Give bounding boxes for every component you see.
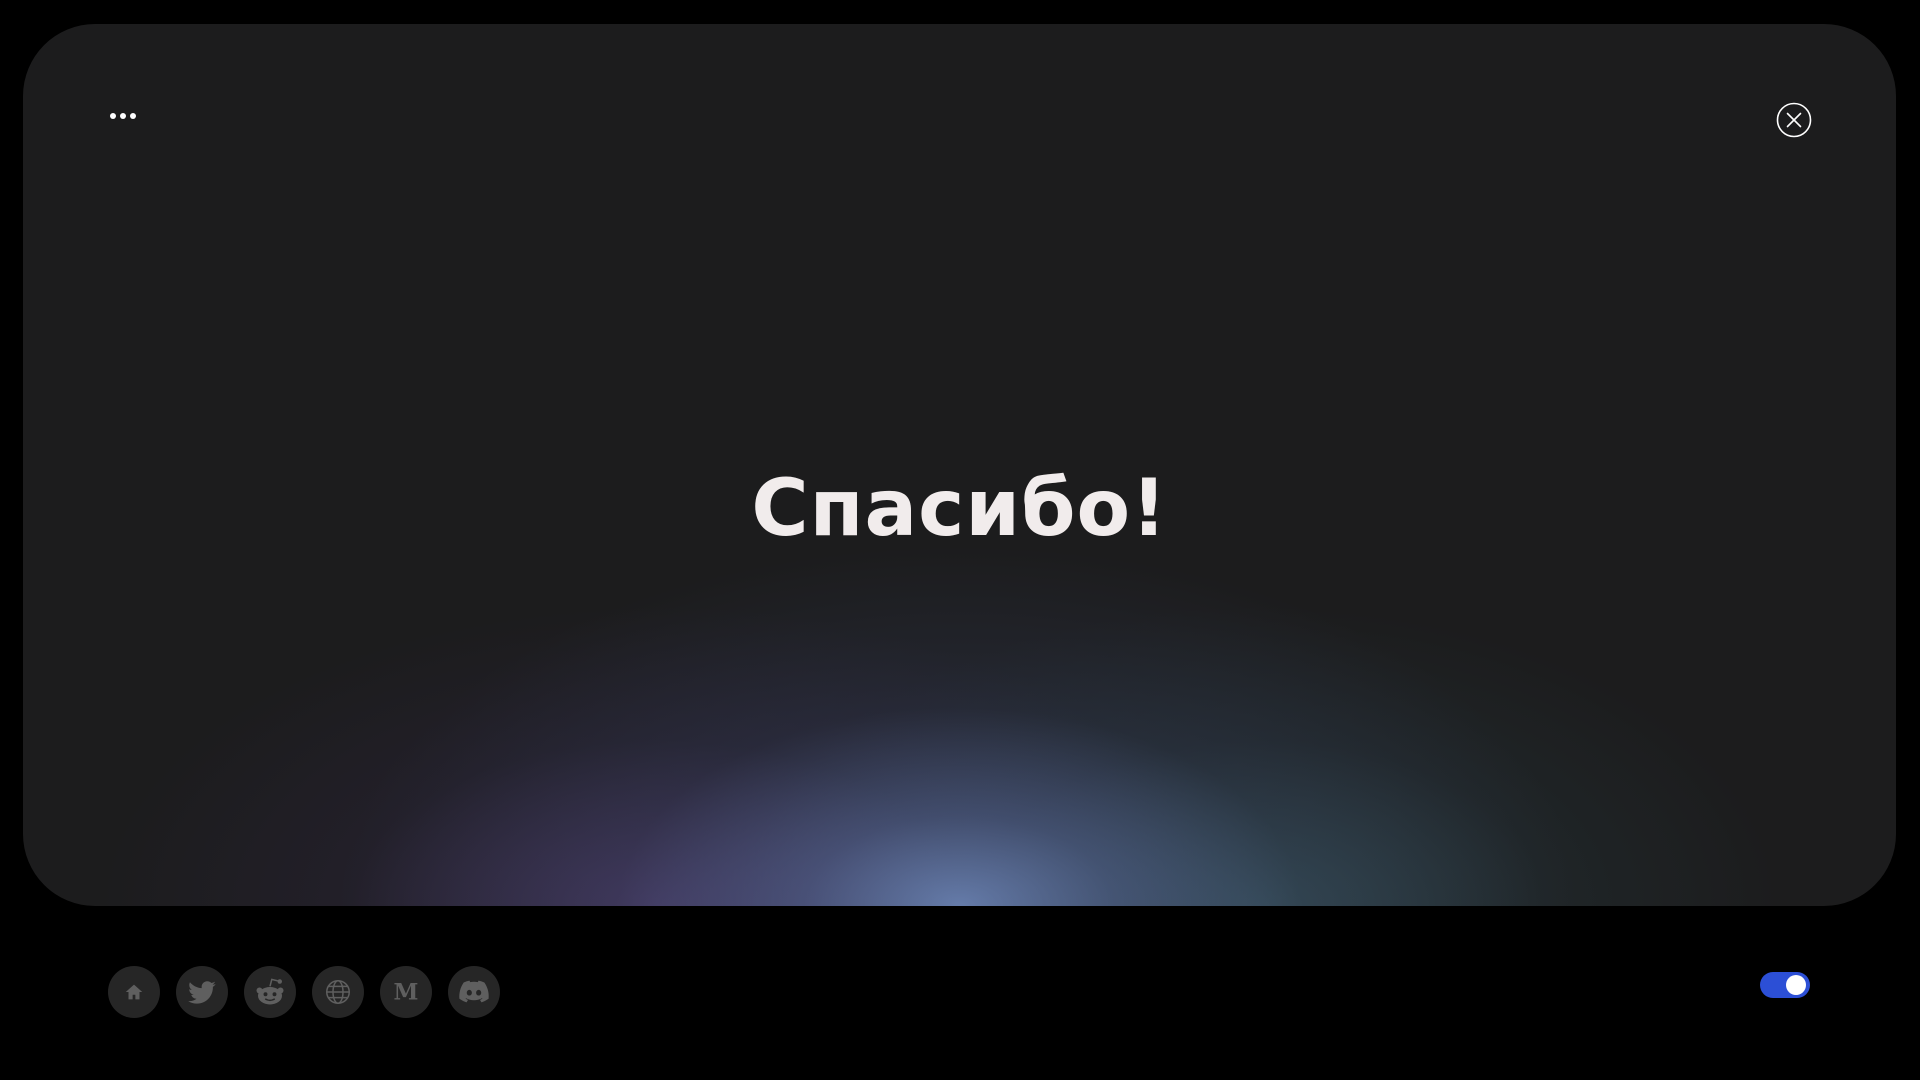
twitter-icon[interactable] (176, 966, 228, 1018)
svg-text:M: M (394, 980, 419, 1006)
menu-dot (130, 113, 136, 119)
discord-icon[interactable] (448, 966, 500, 1018)
medium-icon[interactable]: M (380, 966, 432, 1018)
toggle-knob (1786, 975, 1806, 995)
thank-you-card: Спасибо! (23, 24, 1896, 906)
more-options-icon[interactable] (105, 104, 141, 128)
home-icon[interactable] (108, 966, 160, 1018)
theme-toggle[interactable] (1760, 972, 1810, 998)
menu-dot (120, 113, 126, 119)
menu-dot (110, 113, 116, 119)
globe-icon[interactable] (312, 966, 364, 1018)
thank-you-title: Спасибо! (751, 464, 1168, 554)
reddit-icon[interactable] (244, 966, 296, 1018)
close-icon[interactable] (1776, 102, 1812, 138)
social-links-bar: M (108, 966, 500, 1018)
